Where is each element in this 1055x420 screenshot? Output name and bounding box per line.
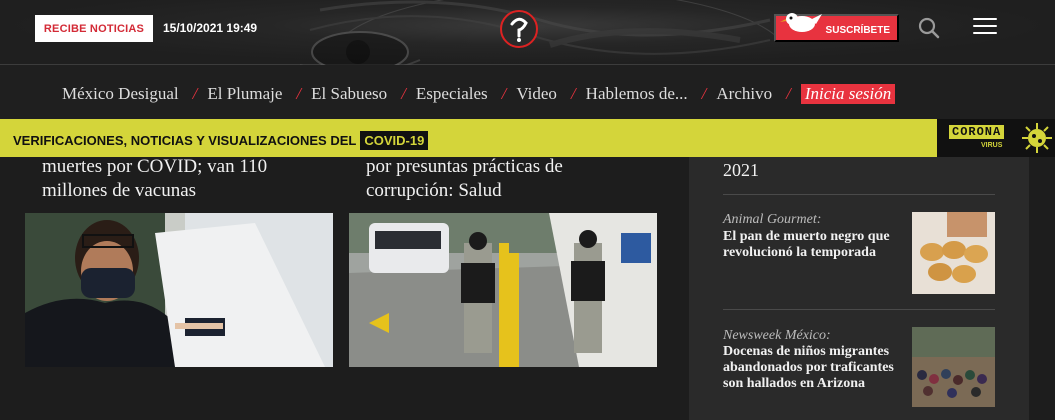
nav-separator: / <box>570 84 576 103</box>
article-title[interactable]: por presuntas prácticas de corrupción: S… <box>366 155 656 203</box>
nav-item[interactable]: Archivo <box>716 84 772 104</box>
hamburger-menu-icon[interactable] <box>973 18 997 38</box>
divider <box>723 309 995 310</box>
sidebar-news: 2021 Animal Gourmet: El pan de muerto ne… <box>689 157 1029 420</box>
covid-banner-text: VERIFICACIONES, NOTICIAS Y VISUALIZACION… <box>13 131 429 150</box>
corona-word: CORONA <box>949 125 1005 139</box>
animal-politico-logo[interactable] <box>499 9 539 49</box>
migrant-children-thumbnail[interactable] <box>912 327 995 407</box>
main-navigation: México Desigual / El Plumaje / El Sabueso / Es… <box>0 65 1055 119</box>
sidebar-item-source: Animal Gourmet: <box>723 212 822 227</box>
covid-banner[interactable]: VERIFICACIONES, NOTICIAS Y VISUALIZACION… <box>0 119 1055 157</box>
site-header: RECIBE NOTICIAS 15/10/2021 19:49 SUSCRÍB… <box>0 0 1055 118</box>
virus-word: VIRUS <box>981 142 1003 149</box>
login-link[interactable]: Inicia sesión <box>800 84 896 104</box>
pan-de-muerto-thumbnail[interactable] <box>912 212 995 294</box>
nav-separator: / <box>192 84 198 103</box>
subscribe-label: SUSCRÍBETE <box>825 25 890 36</box>
sidebar-top-fragment[interactable]: 2021 <box>723 160 759 181</box>
subscribe-button[interactable]: SUSCRÍBETE <box>774 13 899 42</box>
nav-separator: / <box>296 84 302 103</box>
sidebar-item-source: Newsweek México: <box>723 328 831 343</box>
nav-item[interactable]: El Plumaje <box>207 84 282 104</box>
nav-separator: / <box>501 84 507 103</box>
vaccination-photo[interactable] <box>25 213 333 367</box>
nav-item[interactable]: Video <box>516 84 557 104</box>
nav-separator: / <box>701 84 707 103</box>
search-icon[interactable] <box>918 17 940 39</box>
virus-icon <box>1022 123 1052 153</box>
covid-badge: COVID-19 <box>360 131 429 150</box>
nav-item[interactable]: El Sabueso <box>311 84 387 104</box>
guardia-nacional-photo[interactable] <box>349 213 657 367</box>
sidebar-item-title[interactable]: Docenas de niños migrantes abandonados p… <box>723 344 913 392</box>
bird-icon <box>780 13 822 32</box>
nav-item[interactable]: Hablemos de... <box>586 84 688 104</box>
nav-separator: / <box>786 84 791 103</box>
article-title[interactable]: muertes por COVID; van 110 millones de v… <box>42 155 332 203</box>
current-datetime: 15/10/2021 19:49 <box>163 21 258 35</box>
nav-item[interactable]: Especiales <box>416 84 488 104</box>
nav-separator: / <box>401 84 406 103</box>
divider <box>723 194 995 195</box>
sidebar-item-title[interactable]: El pan de muerto negro que revolucionó l… <box>723 229 913 261</box>
nav-item[interactable]: México Desigual <box>62 84 179 104</box>
receive-news-button[interactable]: RECIBE NOTICIAS <box>35 15 153 42</box>
